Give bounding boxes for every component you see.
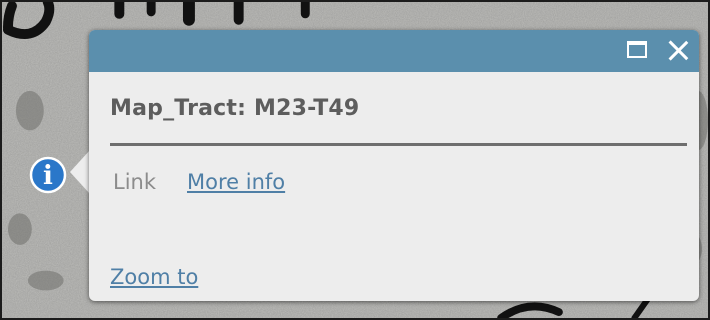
popup-header [89,30,699,72]
close-icon[interactable] [667,39,689,61]
info-icon[interactable]: i [27,154,69,196]
maximize-icon[interactable] [627,41,647,58]
popup-pointer [70,150,90,194]
map-view[interactable]: i Map_Tract: M23-T49 Link More info Zoom… [0,0,710,320]
zoom-to-link[interactable]: Zoom to [110,265,198,289]
info-popup: Map_Tract: M23-T49 Link More info Zoom t… [89,30,699,301]
popup-divider [110,143,687,146]
popup-title: Map_Tract: M23-T49 [110,96,360,121]
more-info-link[interactable]: More info [187,170,285,194]
field-label-link: Link [113,170,157,194]
info-icon-glyph: i [43,161,53,191]
